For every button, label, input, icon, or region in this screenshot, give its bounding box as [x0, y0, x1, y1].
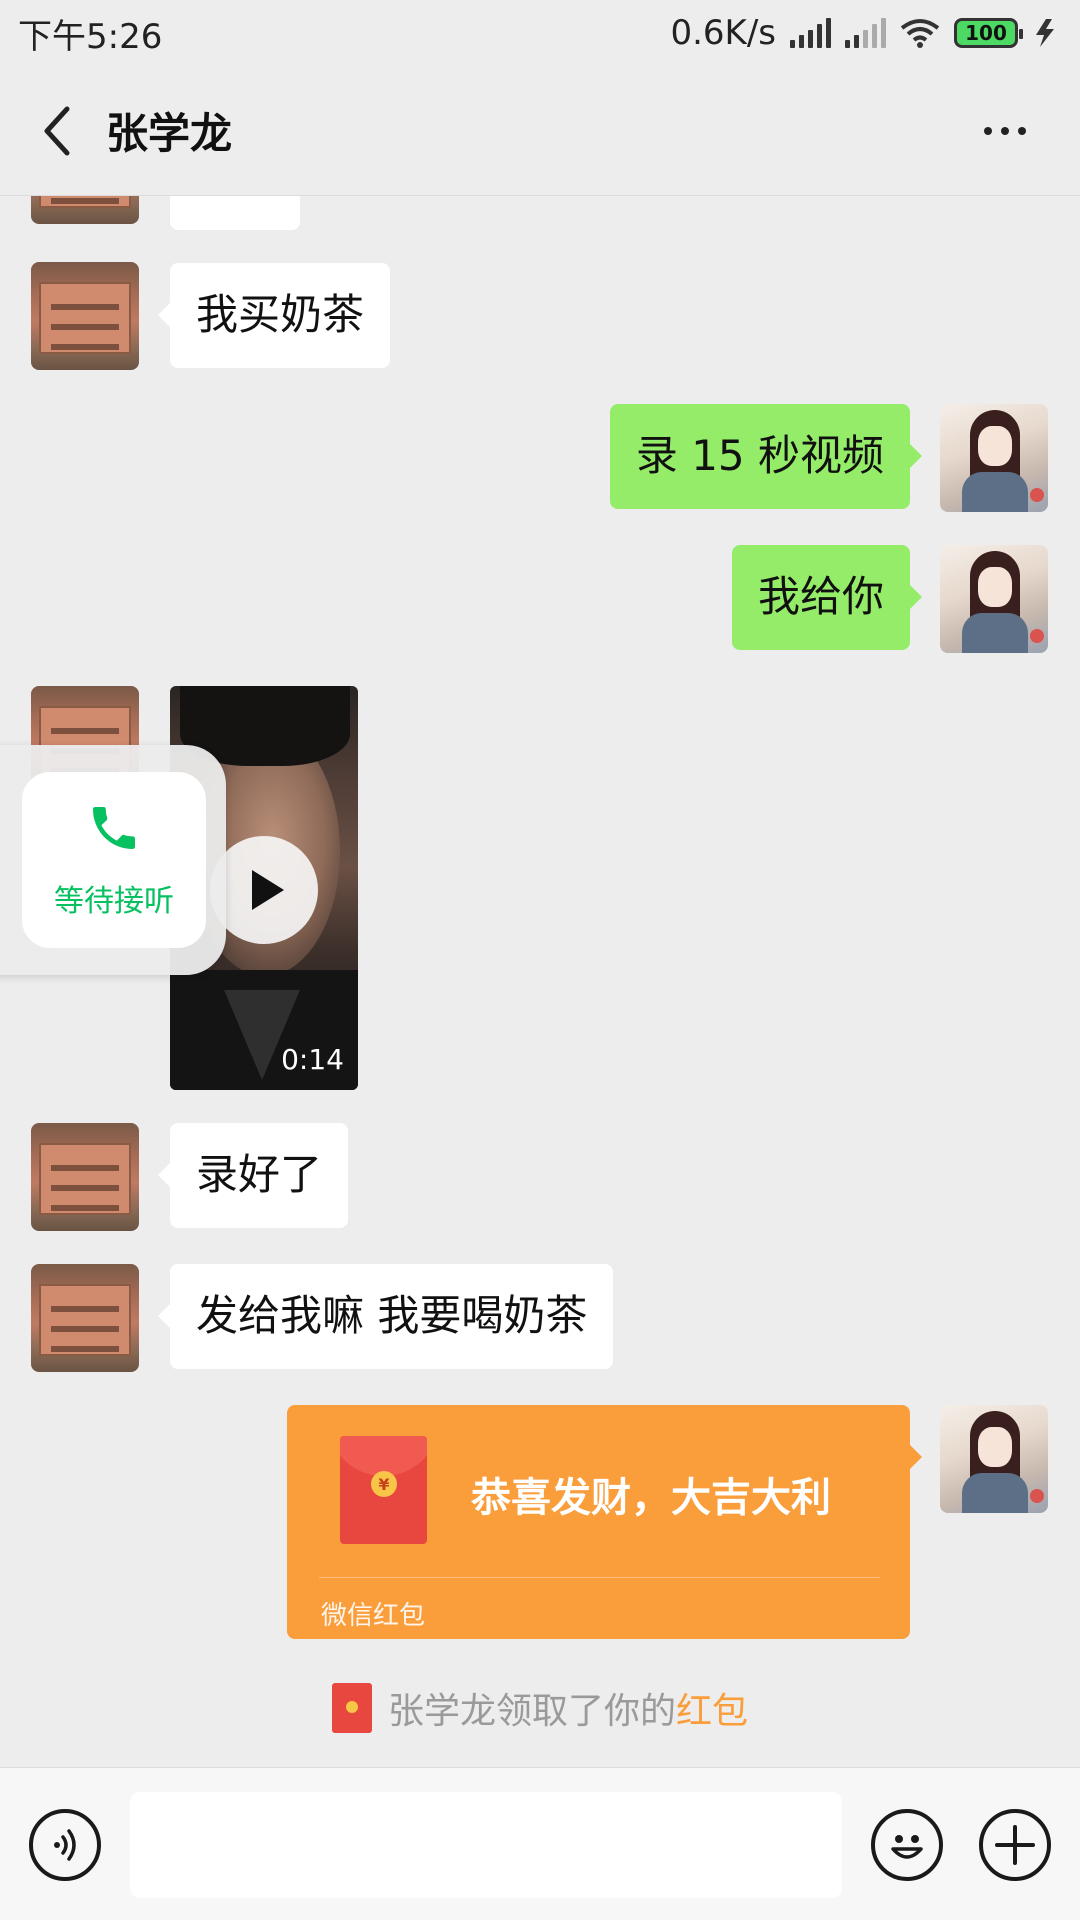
red-packet-divider — [319, 1577, 880, 1578]
my-message-bubble[interactable]: 录 15 秒视频 — [609, 404, 923, 509]
more-dot-icon — [1001, 126, 1009, 135]
video-duration: 0:14 — [281, 1043, 344, 1076]
yen-coin-icon: ¥ — [371, 1471, 397, 1497]
more-dot-icon — [984, 126, 992, 135]
red-packet-wish: 恭喜发财，大吉大利 — [471, 1475, 831, 1521]
my-avatar[interactable] — [940, 1405, 1048, 1513]
voice-button[interactable] — [29, 1809, 101, 1881]
red-packet-icon: ¥ — [340, 1436, 427, 1544]
back-button[interactable] — [12, 66, 102, 195]
contact-avatar[interactable] — [31, 1264, 139, 1372]
message-input[interactable] — [130, 1792, 842, 1898]
message-bubble[interactable]: 我买奶茶 — [157, 263, 391, 368]
system-notice-text: 张学龙领取了你的 — [387, 1691, 676, 1732]
my-message-bubble[interactable]: 我给你 — [731, 545, 923, 650]
red-packet-link[interactable]: 红包 — [676, 1691, 748, 1732]
voice-icon — [54, 1829, 76, 1861]
red-packet-message[interactable]: ¥ 恭喜发财，大吉大利 微信红包 — [287, 1405, 922, 1639]
contact-avatar[interactable] — [31, 1123, 139, 1231]
message-bubble[interactable]: 录好了 — [157, 1123, 349, 1228]
contact-avatar[interactable] — [31, 262, 139, 370]
phone-icon — [93, 807, 135, 849]
smiley-icon — [891, 1835, 923, 1859]
floating-call-window[interactable]: 等待接听 — [0, 745, 226, 975]
red-packet-footer: 微信红包 — [321, 1601, 426, 1631]
play-icon[interactable] — [210, 836, 318, 944]
more-button[interactable] — [960, 66, 1050, 195]
my-avatar[interactable] — [940, 404, 1048, 512]
system-notice: 张学龙领取了你的红包 — [0, 1683, 1080, 1733]
message-bubble[interactable]: 发给我嘛 我要喝奶茶 — [157, 1264, 614, 1369]
chat-header: 张学龙 — [0, 66, 1080, 196]
red-packet-small-icon — [331, 1683, 372, 1733]
chevron-left-icon — [44, 106, 70, 155]
emoji-button[interactable] — [871, 1809, 943, 1881]
my-avatar[interactable] — [940, 545, 1048, 653]
plus-icon — [995, 1825, 1035, 1865]
more-functions-button[interactable] — [979, 1809, 1051, 1881]
input-bar — [0, 1767, 1080, 1920]
chat-title: 张学龙 — [106, 109, 233, 158]
more-dot-icon — [1018, 126, 1026, 135]
call-status-label: 等待接听 — [54, 884, 174, 919]
call-card[interactable]: 等待接听 — [22, 772, 206, 948]
